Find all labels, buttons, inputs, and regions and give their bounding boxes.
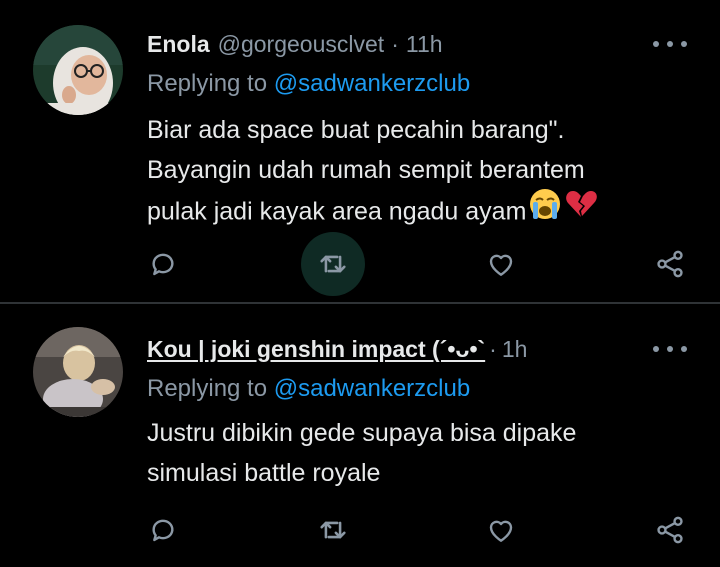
reply-icon — [152, 253, 174, 276]
retweet-button[interactable] — [301, 498, 365, 562]
like-button[interactable] — [469, 232, 533, 296]
share-button[interactable] — [638, 232, 702, 296]
display-name[interactable]: Enola — [147, 31, 210, 58]
tweet-divider — [0, 302, 720, 304]
tweet-text-line-wrap: pulak jadi kayak area ngadu ayam — [147, 187, 667, 236]
like-icon — [489, 520, 513, 542]
reply-button[interactable] — [131, 232, 195, 296]
tweet[interactable]: Kou | joki genshin impact (´•ᴗ•` · 1h Re… — [0, 305, 720, 567]
retweet-icon — [320, 521, 346, 539]
tweet-text: Biar ada space buat pecahin barang". Bay… — [147, 110, 667, 236]
retweet-icon — [320, 255, 346, 273]
tweet[interactable]: Enola @gorgeousclvet · 11h Replying to @… — [0, 0, 720, 303]
tweet-text: Justru dibikin gede supaya bisa dipake s… — [147, 413, 667, 493]
loudly-crying-face-emoji — [528, 187, 562, 233]
replying-to-handle[interactable]: @sadwankerzclub — [274, 70, 470, 97]
tweet-text-line: pulak jadi kayak area ngadu ayam — [147, 197, 527, 226]
replying-to: Replying to @sadwankerzclub — [147, 70, 470, 98]
share-icon — [657, 516, 683, 544]
tweet-text-line: Biar ada space buat pecahin barang". — [147, 116, 565, 144]
more-options-icon[interactable] — [653, 34, 687, 54]
tweet-text-line: simulasi battle royale — [147, 459, 381, 487]
replying-to: Replying to @sadwankerzclub — [147, 375, 470, 403]
user-handle[interactable]: @gorgeousclvet — [218, 31, 385, 58]
replying-to-label: Replying to — [147, 375, 268, 402]
share-button[interactable] — [638, 498, 702, 562]
retweet-button[interactable] — [301, 232, 365, 296]
display-name[interactable]: Kou | joki genshin impact (´•ᴗ•` — [147, 336, 485, 363]
separator-dot: · — [489, 335, 497, 362]
like-icon — [489, 254, 513, 276]
share-icon — [657, 250, 683, 278]
replying-to-handle[interactable]: @sadwankerzclub — [274, 375, 470, 402]
replying-to-label: Replying to — [147, 70, 268, 97]
reply-icon — [152, 519, 174, 542]
separator-dot: · — [391, 30, 399, 57]
timestamp[interactable]: 11h — [406, 31, 443, 58]
like-button[interactable] — [469, 498, 533, 562]
avatar[interactable] — [33, 25, 123, 115]
more-options-icon[interactable] — [653, 339, 687, 359]
reply-button[interactable] — [131, 498, 195, 562]
avatar[interactable] — [33, 327, 123, 417]
tweet-header: Enola @gorgeousclvet · 11h — [147, 26, 443, 62]
tweet-text-line: Justru dibikin gede supaya bisa dipake — [147, 419, 577, 447]
timestamp[interactable]: 1h — [502, 336, 528, 363]
broken-heart-emoji — [564, 187, 598, 233]
tweet-text-line: Bayangin udah rumah sempit berantem — [147, 156, 585, 184]
tweet-header: Kou | joki genshin impact (´•ᴗ•` · 1h — [147, 331, 527, 367]
